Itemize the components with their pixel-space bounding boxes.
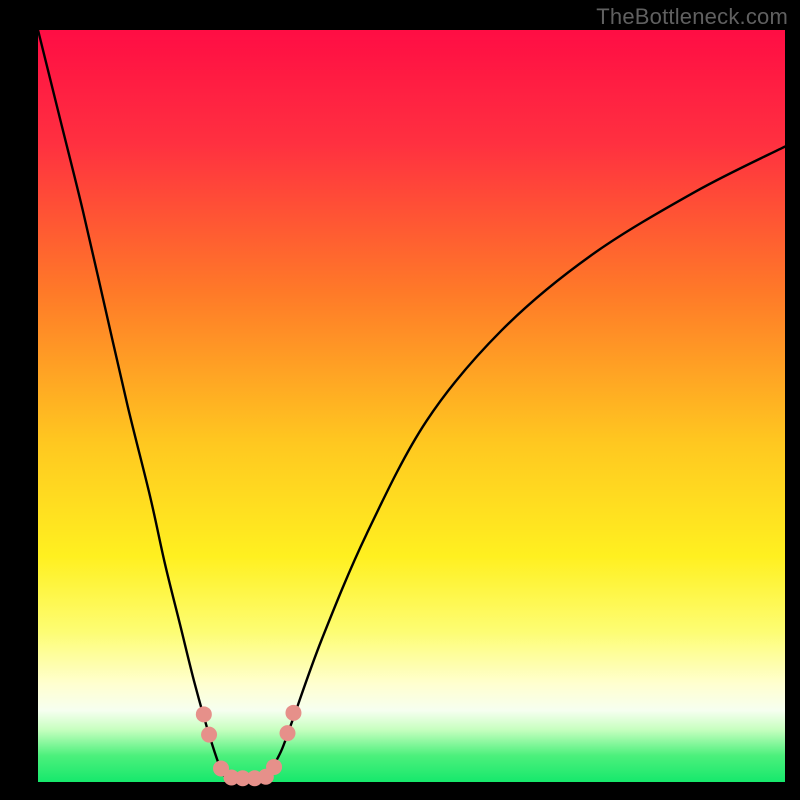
marker-dot [201,727,217,743]
marker-dot [285,705,301,721]
chart-stage: TheBottleneck.com [0,0,800,800]
watermark-text: TheBottleneck.com [596,4,788,30]
marker-dot [266,759,282,775]
marker-dot [279,725,295,741]
plot-background [38,30,785,782]
chart-svg [0,0,800,800]
marker-dot [196,706,212,722]
